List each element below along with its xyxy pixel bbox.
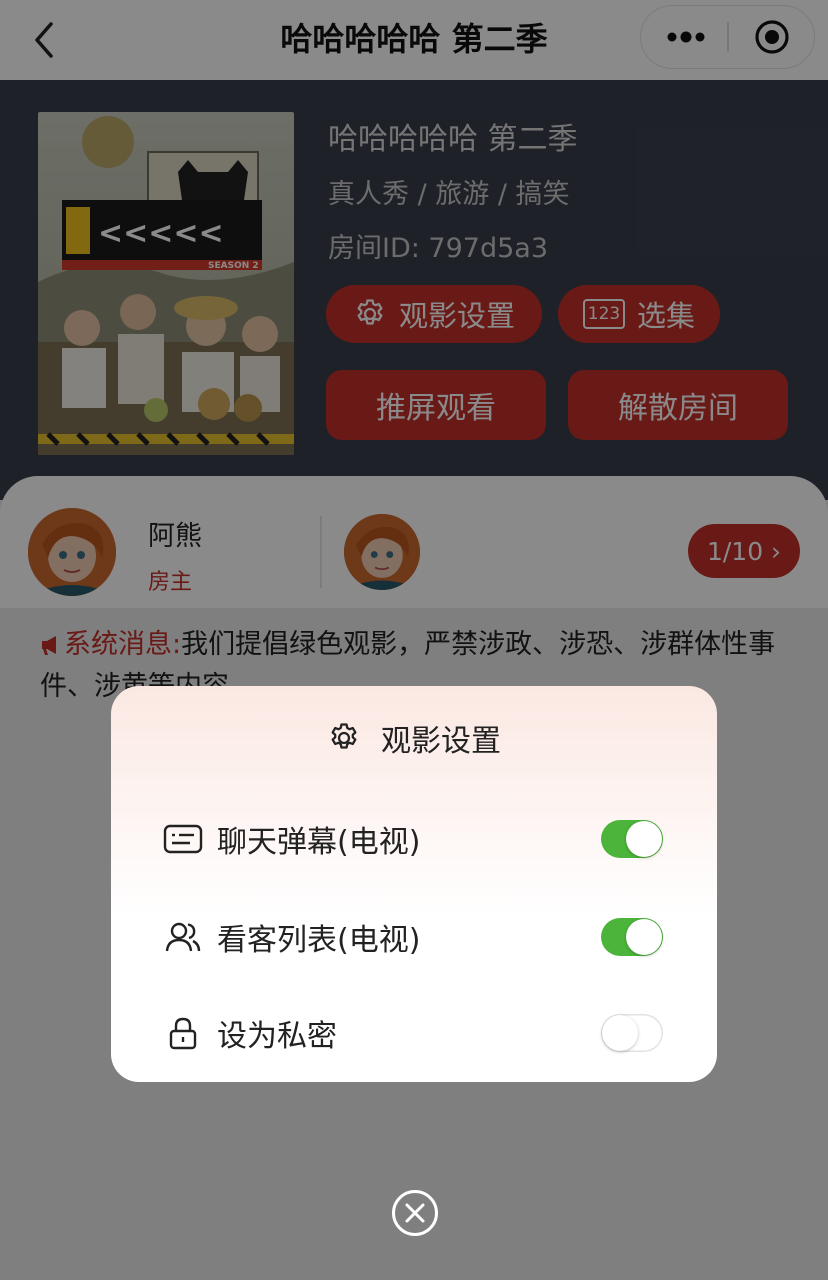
viewing-settings-modal: 观影设置 聊天弹幕(电视) 看客列表(电视) 设为私密 [111, 686, 717, 1082]
toggle-knob [626, 821, 662, 857]
chat-barrage-icon [163, 819, 203, 859]
close-modal-button[interactable] [391, 1189, 439, 1237]
setting-label: 看客列表(电视) [217, 923, 421, 958]
modal-header: 观影设置 [111, 716, 717, 760]
chat-barrage-toggle[interactable] [601, 820, 663, 858]
close-icon [392, 1190, 438, 1236]
modal-backdrop[interactable] [0, 0, 828, 1280]
users-icon [163, 917, 203, 957]
setting-row-viewer-list: 看客列表(电视) [163, 910, 663, 964]
setting-label: 聊天弹幕(电视) [217, 825, 421, 860]
toggle-knob [626, 919, 662, 955]
viewer-list-toggle[interactable] [601, 918, 663, 956]
lock-icon [163, 1013, 203, 1053]
setting-row-private: 设为私密 [163, 1006, 663, 1060]
toggle-knob [602, 1015, 638, 1051]
setting-label: 设为私密 [217, 1019, 337, 1054]
private-toggle[interactable] [601, 1014, 663, 1052]
modal-title: 观影设置 [381, 724, 501, 759]
gear-icon [331, 723, 357, 749]
setting-row-chat-barrage: 聊天弹幕(电视) [163, 812, 663, 866]
